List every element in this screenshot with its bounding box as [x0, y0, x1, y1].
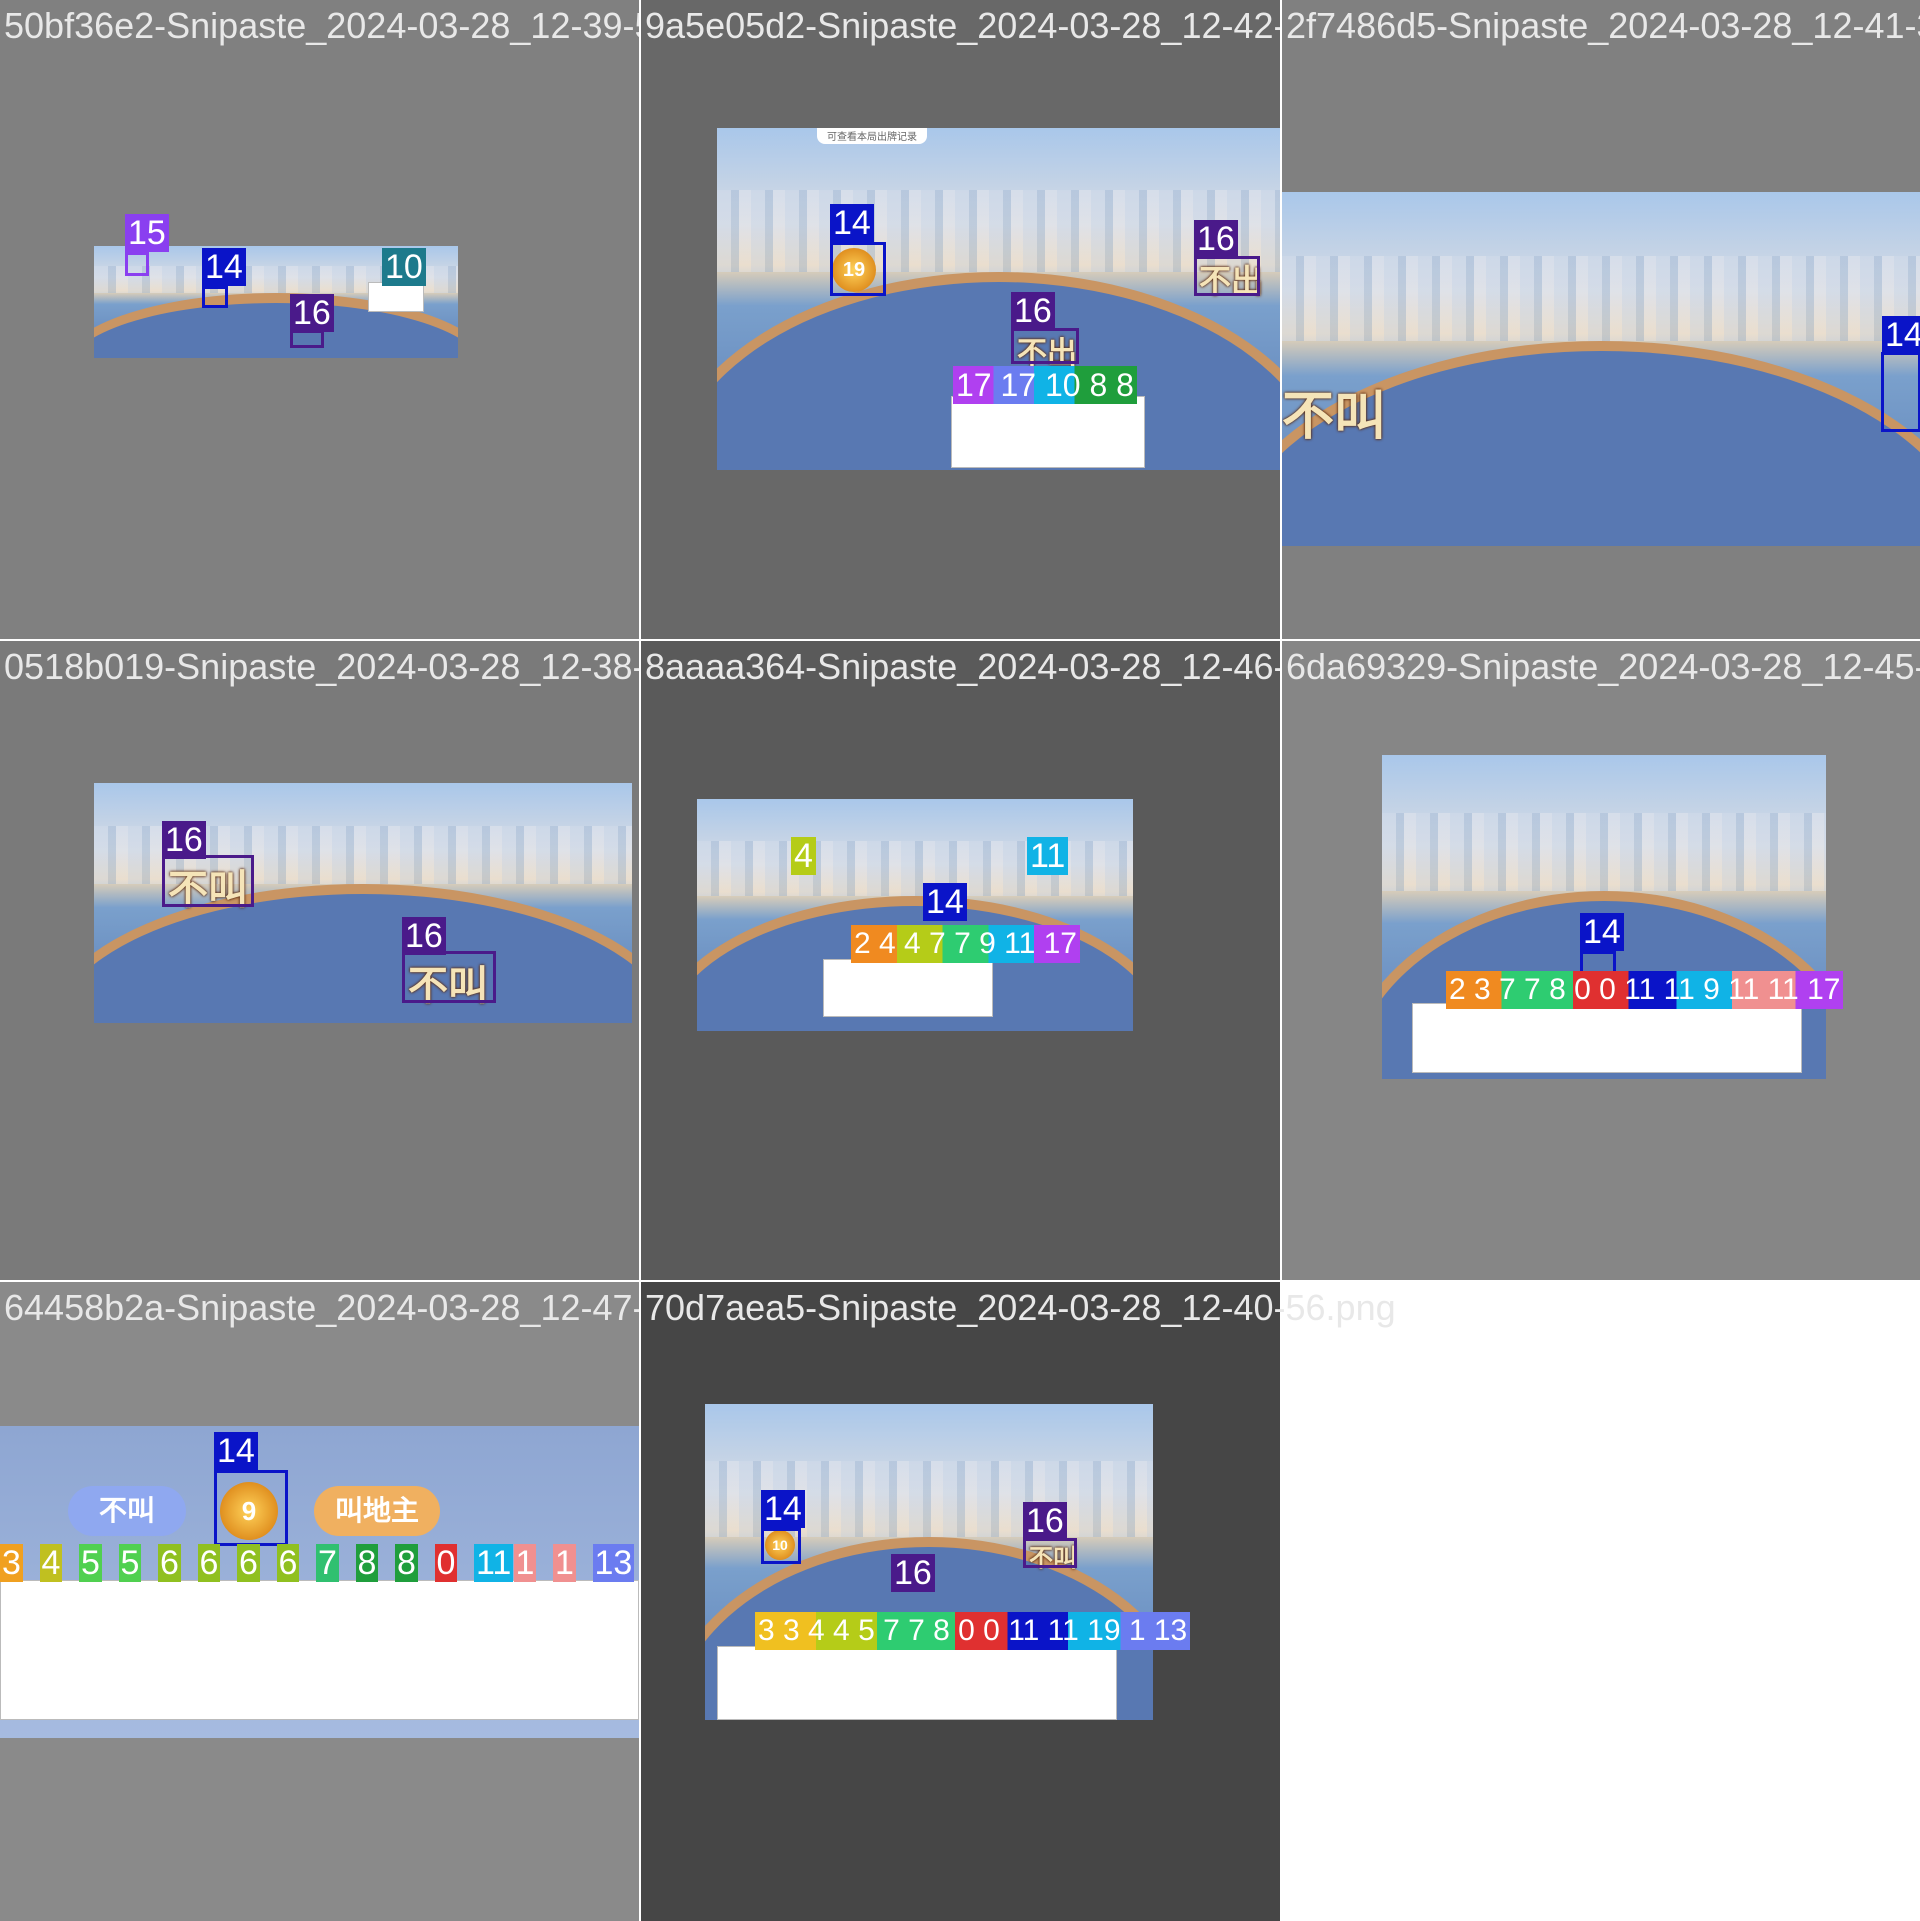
- box-label: 14: [923, 883, 967, 921]
- cell-title: 70d7aea5-Snipaste_2024-03-28_12-40-56.pn…: [645, 1287, 1396, 1328]
- cell-title: 50bf36e2-Snipaste_2024-03-28_12-39-55.pn…: [4, 5, 639, 46]
- card-label: 5: [79, 1544, 102, 1582]
- box-label: 16: [162, 821, 206, 859]
- box-label: 4: [791, 837, 816, 875]
- no-call-button[interactable]: 不叫: [68, 1486, 186, 1536]
- box-label: 3 3 4 4 5 7 7 8 0 0 11 11 19 1 13: [755, 1612, 1191, 1650]
- box-label: 16: [1023, 1502, 1067, 1540]
- box-label: 16: [402, 917, 446, 955]
- card-label: 6: [237, 1544, 260, 1582]
- detection-box: [1023, 1538, 1077, 1568]
- box-label: 17 17 10 8 8: [953, 366, 1137, 404]
- box-label: 14: [1580, 913, 1624, 951]
- card-label: 5: [118, 1544, 142, 1582]
- box-label: 14: [1882, 316, 1920, 354]
- mosaic-cell-empty: [1282, 1282, 1920, 1921]
- card: [368, 282, 424, 312]
- detection-box: [1011, 328, 1079, 364]
- mosaic-cell-1: 50bf36e2-Snipaste_2024-03-28_12-39-55.pn…: [0, 0, 639, 639]
- detection-box: [162, 855, 254, 907]
- call-landlord-button[interactable]: 叫地主: [314, 1486, 440, 1536]
- box-label: 2 4 4 7 7 9 11 17: [851, 925, 1080, 963]
- grid-divider: [0, 1280, 1282, 1282]
- card: [823, 959, 993, 1017]
- box-label: 14: [830, 204, 874, 242]
- detection-box: [125, 252, 149, 276]
- box-label: 16: [290, 294, 334, 332]
- cell-title: 2f7486d5-Snipaste_2024-03-28_12-41-36.pn…: [1286, 5, 1920, 46]
- cell-title: 64458b2a-Snipaste_2024-03-28_12-47-02.pn…: [4, 1287, 639, 1328]
- detection-box: [290, 330, 324, 348]
- mosaic-cell-4: 0518b019-Snipaste_2024-03-28_12-38-25.pn…: [0, 641, 639, 1280]
- mosaic-cell-8: 70d7aea5-Snipaste_2024-03-28_12-40-56.pn…: [641, 1282, 1396, 1921]
- detection-box: [1194, 256, 1260, 296]
- cell-title: 6da69329-Snipaste_2024-03-28_12-45-11.pn…: [1286, 646, 1920, 687]
- card-label: 8: [355, 1544, 379, 1582]
- cell-title: 8aaaa364-Snipaste_2024-03-28_12-46-30.pn…: [645, 646, 1280, 687]
- game-screenshot: [1282, 192, 1920, 546]
- card-label: 7: [316, 1544, 339, 1582]
- card: [0, 1580, 639, 1720]
- grid-divider: [639, 0, 641, 1920]
- box-label: 16: [1194, 220, 1238, 258]
- mosaic-cell-7: 64458b2a-Snipaste_2024-03-28_12-47-02.pn…: [0, 1282, 639, 1921]
- card-label: 6: [197, 1544, 221, 1582]
- pass-text: 不叫: [1282, 387, 1387, 447]
- skyline-backdrop: [1382, 813, 1826, 892]
- card-label: 11: [474, 1544, 514, 1582]
- detection-box: [402, 951, 496, 1003]
- detection-box: [214, 1470, 288, 1546]
- card-label: 8: [395, 1544, 418, 1582]
- box-label: 2 3 7 7 8 0 0 11 11 9 11 11 17: [1446, 971, 1844, 1009]
- skyline-backdrop: [1282, 255, 1920, 341]
- card-label: 1: [553, 1544, 576, 1582]
- box-label: 14: [202, 248, 246, 286]
- mosaic-cell-3: 2f7486d5-Snipaste_2024-03-28_12-41-36.pn…: [1282, 0, 1920, 639]
- card-label: 3: [0, 1544, 23, 1582]
- card-label: 6: [276, 1544, 300, 1582]
- mosaic-grid: 50bf36e2-Snipaste_2024-03-28_12-39-55.pn…: [0, 0, 1920, 1921]
- grid-divider: [0, 639, 1920, 641]
- card-label: 0: [434, 1544, 458, 1582]
- detection-box: [761, 1528, 801, 1564]
- card: [1412, 1003, 1802, 1073]
- card-label: 4: [39, 1544, 63, 1582]
- card: [717, 1646, 1117, 1720]
- box-label: 11: [1027, 837, 1069, 875]
- card-label: 6: [158, 1544, 181, 1582]
- box-label: 14: [761, 1490, 805, 1528]
- mosaic-cell-5: 8aaaa364-Snipaste_2024-03-28_12-46-30.pn…: [641, 641, 1280, 1280]
- mosaic-cell-6: 6da69329-Snipaste_2024-03-28_12-45-11.pn…: [1282, 641, 1920, 1280]
- card: [951, 396, 1145, 468]
- card-labels: 3 4 5 5 6 6 6 6 7 8 8 0 11 1 1 13: [0, 1544, 639, 1582]
- cell-title: 9a5e05d2-Snipaste_2024-03-28_12-42-48.pn…: [645, 5, 1280, 46]
- record-banner[interactable]: 可查看本局出牌记录: [817, 128, 927, 144]
- card-label: 1: [513, 1544, 537, 1582]
- detection-box: [830, 242, 886, 296]
- mosaic-cell-2: 9a5e05d2-Snipaste_2024-03-28_12-42-48.pn…: [641, 0, 1280, 639]
- card-label: 13: [592, 1544, 635, 1582]
- grid-divider: [1280, 0, 1282, 1282]
- detection-box: [202, 286, 228, 308]
- box-label: 10: [382, 248, 426, 286]
- cell-title: 0518b019-Snipaste_2024-03-28_12-38-25.pn…: [4, 646, 639, 687]
- detection-box: [1881, 352, 1920, 432]
- box-label: 15: [125, 214, 169, 252]
- box-label: 16: [1011, 292, 1055, 330]
- box-label: 16: [891, 1554, 935, 1592]
- box-label: 14: [214, 1432, 258, 1470]
